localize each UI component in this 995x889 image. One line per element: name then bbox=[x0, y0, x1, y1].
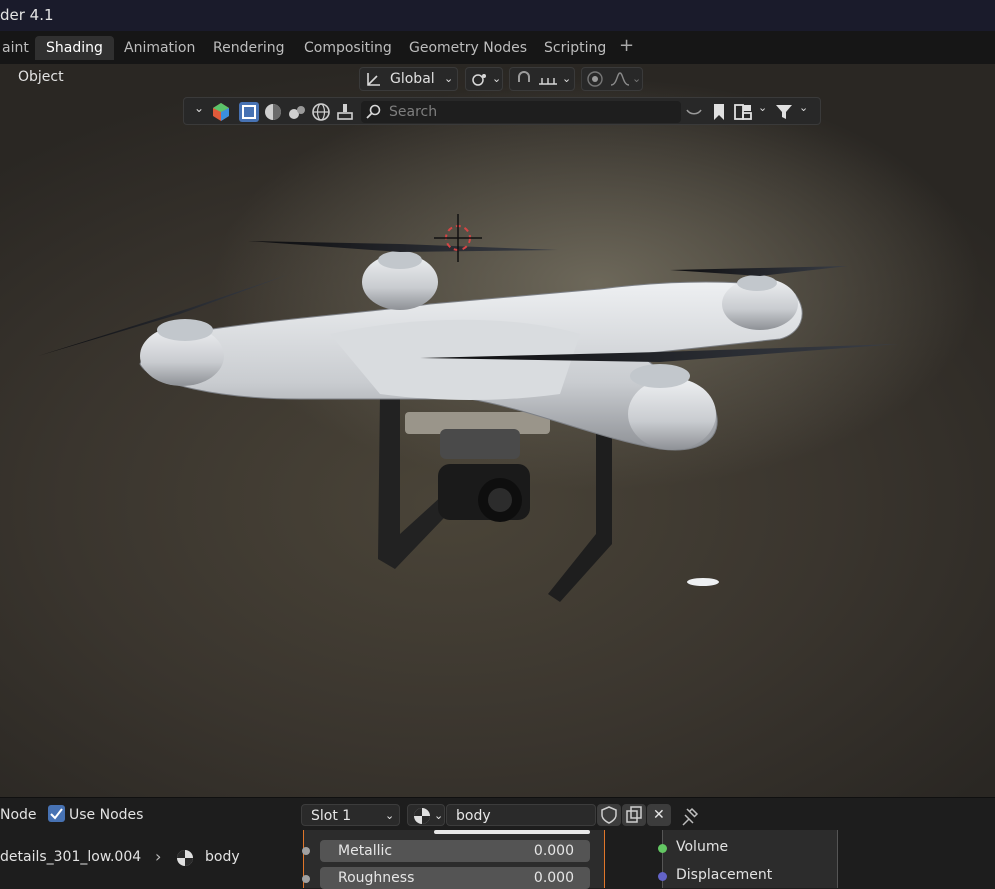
chevron-down-icon: ⌄ bbox=[444, 72, 454, 85]
search-placeholder: Search bbox=[389, 104, 438, 120]
checkmark-icon bbox=[50, 808, 63, 820]
orientation-icon bbox=[367, 73, 380, 86]
tab-rendering[interactable]: Rendering bbox=[202, 36, 296, 60]
material-sphere-icon bbox=[177, 850, 193, 866]
chevron-right-icon: › bbox=[155, 847, 162, 866]
chevron-down-icon[interactable]: ⌄ bbox=[758, 101, 767, 114]
copy-icon bbox=[626, 806, 642, 823]
use-nodes-checkbox[interactable] bbox=[48, 805, 65, 822]
duplicate-material-button[interactable] bbox=[622, 804, 646, 826]
socket-metallic[interactable] bbox=[302, 847, 310, 855]
principled-bsdf-node[interactable]: Metallic 0.000 Roughness 0.000 bbox=[302, 830, 605, 889]
unlink-material-button[interactable]: ✕ bbox=[647, 804, 671, 826]
roughness-label: Roughness bbox=[338, 870, 415, 886]
breadcrumb-material: body bbox=[205, 849, 240, 865]
snap-increment-icon bbox=[539, 78, 557, 85]
material-output-node[interactable]: Volume Displacement bbox=[658, 830, 838, 888]
3d-viewport[interactable]: Object Global ⌄ ⌄ ⌄ ⌄ ⌄ Search ⌄ ⌄ bbox=[0, 64, 995, 797]
title-bar: der 4.1 bbox=[0, 0, 995, 31]
socket-displacement[interactable] bbox=[658, 872, 667, 881]
sort-icon[interactable] bbox=[684, 102, 704, 122]
light-icon[interactable] bbox=[287, 102, 307, 122]
square-select-icon bbox=[242, 105, 256, 119]
socket-volume[interactable] bbox=[658, 844, 667, 853]
tab-geometry-nodes[interactable]: Geometry Nodes bbox=[398, 36, 538, 60]
object-menu[interactable]: Object bbox=[18, 69, 64, 85]
object-filter-button[interactable] bbox=[239, 102, 259, 122]
tab-shading[interactable]: Shading bbox=[35, 36, 114, 60]
chevron-down-icon: ⌄ bbox=[492, 72, 502, 85]
pivot-point-dropdown[interactable]: ⌄ bbox=[465, 67, 503, 91]
roughness-slider[interactable]: Roughness 0.000 bbox=[320, 867, 590, 889]
add-workspace-button[interactable]: + bbox=[619, 35, 634, 56]
filter-icon[interactable] bbox=[774, 102, 794, 122]
socket-roughness[interactable] bbox=[302, 875, 310, 883]
material-sphere-icon bbox=[414, 808, 430, 824]
search-icon bbox=[366, 104, 381, 119]
node-menu[interactable]: Node bbox=[0, 807, 37, 823]
tab-texture-paint[interactable]: aint bbox=[0, 36, 40, 60]
hierarchy-icon[interactable] bbox=[733, 102, 753, 122]
display-mode-icon[interactable] bbox=[211, 102, 231, 122]
3d-cursor bbox=[434, 214, 482, 262]
pin-icon[interactable] bbox=[680, 806, 700, 826]
metallic-value: 0.000 bbox=[533, 843, 574, 859]
chevron-down-icon: ⌄ bbox=[562, 72, 572, 85]
proportional-edit-icon[interactable] bbox=[586, 70, 604, 88]
slot-label: Slot 1 bbox=[311, 808, 352, 824]
viewport-header: Object Global ⌄ ⌄ ⌄ ⌄ bbox=[0, 64, 995, 94]
use-nodes-label: Use Nodes bbox=[69, 807, 144, 823]
falloff-icon bbox=[610, 72, 630, 86]
close-icon: ✕ bbox=[653, 807, 665, 823]
shield-icon bbox=[601, 806, 617, 824]
snapping-controls[interactable]: ⌄ bbox=[509, 67, 575, 91]
metallic-slider[interactable]: Metallic 0.000 bbox=[320, 840, 590, 862]
color-bar bbox=[434, 830, 590, 834]
slot-dropdown[interactable]: Slot 1 ⌄ bbox=[301, 804, 400, 826]
fake-user-button[interactable] bbox=[597, 804, 621, 826]
tab-animation[interactable]: Animation bbox=[113, 36, 206, 60]
chevron-down-icon: ⌄ bbox=[385, 809, 395, 822]
app-title: der 4.1 bbox=[0, 6, 54, 24]
outliner-filter-bar: ⌄ Search ⌄ ⌄ bbox=[183, 97, 821, 125]
tab-compositing[interactable]: Compositing bbox=[293, 36, 403, 60]
orientation-label: Global bbox=[390, 71, 435, 87]
breadcrumb-object: details_301_low.004 bbox=[0, 849, 142, 865]
displacement-label: Displacement bbox=[676, 867, 773, 883]
transform-orientation-dropdown[interactable]: Global ⌄ bbox=[359, 67, 458, 91]
tab-scripting[interactable]: Scripting bbox=[533, 36, 617, 60]
chevron-down-icon[interactable]: ⌄ bbox=[799, 101, 808, 114]
pivot-icon bbox=[472, 74, 486, 86]
sphere-icon[interactable] bbox=[263, 102, 283, 122]
proportional-editing-controls[interactable]: ⌄ bbox=[581, 67, 643, 91]
drone-model bbox=[38, 214, 898, 602]
chevron-down-icon: ⌄ bbox=[434, 809, 444, 822]
brush-icon[interactable] bbox=[335, 102, 355, 122]
metallic-label: Metallic bbox=[338, 843, 393, 859]
world-icon[interactable] bbox=[311, 102, 331, 122]
chevron-down-icon: ⌄ bbox=[632, 72, 642, 85]
volume-label: Volume bbox=[676, 839, 729, 855]
material-name-field[interactable]: body bbox=[446, 804, 596, 826]
node-editor: Node Use Nodes Slot 1 ⌄ ⌄ body ✕ details… bbox=[0, 797, 995, 889]
workspace-tabs: aint Shading Animation Rendering Composi… bbox=[0, 31, 995, 64]
magnet-icon[interactable] bbox=[514, 70, 534, 88]
search-input[interactable]: Search bbox=[361, 101, 681, 123]
chevron-down-icon[interactable]: ⌄ bbox=[194, 101, 204, 115]
bookmark-icon[interactable] bbox=[709, 102, 729, 122]
roughness-value: 0.000 bbox=[533, 870, 574, 886]
material-name: body bbox=[456, 808, 491, 824]
material-browse-button[interactable]: ⌄ bbox=[407, 804, 445, 826]
